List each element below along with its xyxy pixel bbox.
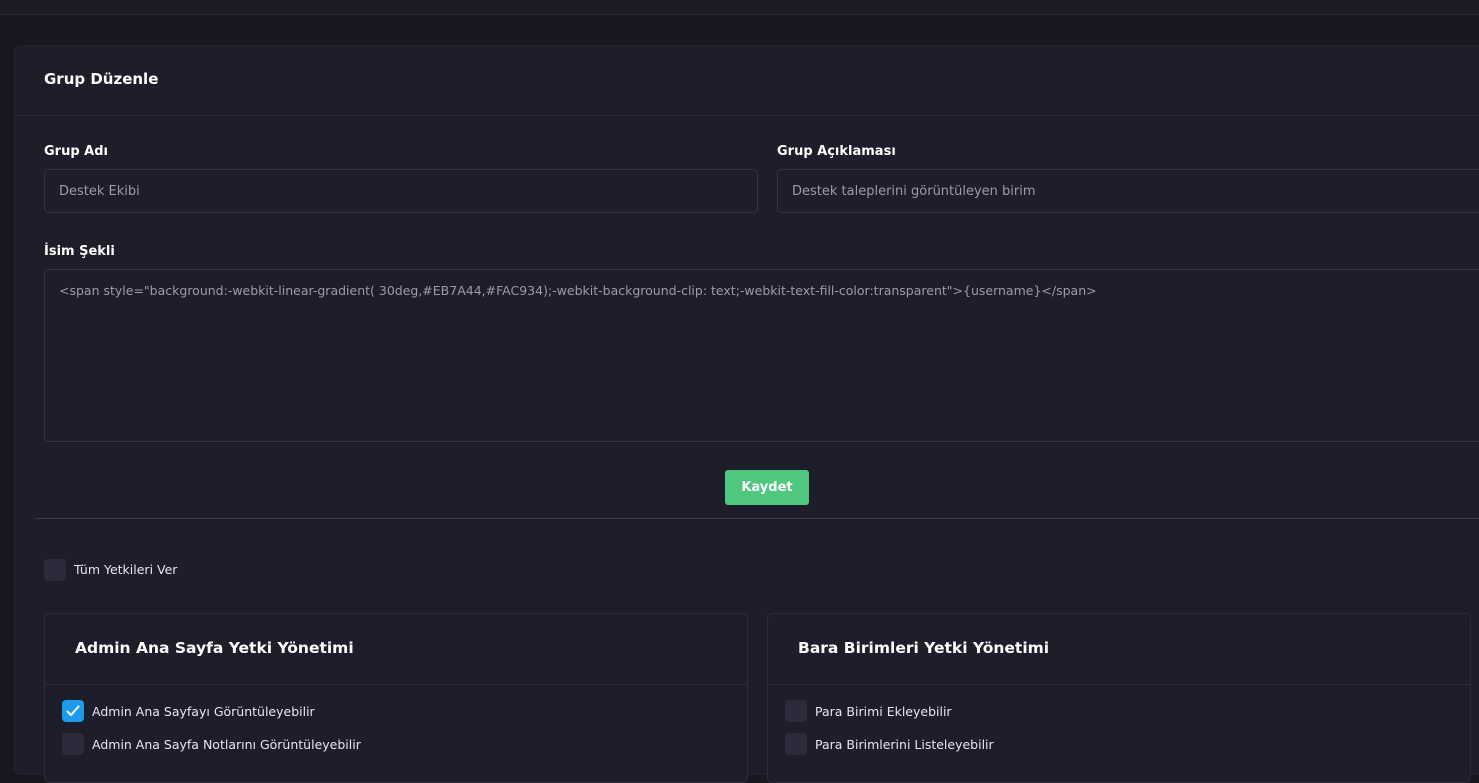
permission-label: Admin Ana Sayfa Notlarını Görüntüleyebil… — [92, 737, 361, 752]
permission-checkbox[interactable] — [62, 700, 84, 722]
permission-group-title: Bara Birimleri Yetki Yönetimi — [798, 639, 1050, 657]
permission-label: Para Birimlerini Listeleyebilir — [815, 737, 994, 752]
edit-group-card: Grup Düzenle Grup Adı Grup Açıklaması İs… — [14, 45, 1479, 783]
permission-group-header: Bara Birimleri Yetki Yönetimi — [768, 614, 1470, 685]
page-title: Grup Düzenle — [44, 70, 159, 88]
permission-group-header: Admin Ana Sayfa Yetki Yönetimi — [45, 614, 747, 685]
group-description-label: Grup Açıklaması — [777, 144, 896, 159]
group-name-input[interactable] — [44, 169, 758, 213]
permission-label: Admin Ana Sayfayı Görüntüleyebilir — [92, 704, 315, 719]
all-permissions-checkbox[interactable] — [44, 559, 66, 581]
permission-checkbox[interactable] — [785, 700, 807, 722]
group-description-input[interactable] — [777, 169, 1479, 213]
permission-label: Para Birimi Ekleyebilir — [815, 704, 952, 719]
card-header: Grup Düzenle — [15, 46, 1479, 116]
permission-checkbox[interactable] — [785, 733, 807, 755]
section-divider — [35, 518, 1479, 519]
save-button[interactable]: Kaydet — [725, 470, 809, 505]
permission-checkbox[interactable] — [62, 733, 84, 755]
permission-group-title: Admin Ana Sayfa Yetki Yönetimi — [75, 639, 354, 657]
group-name-label: Grup Adı — [44, 144, 108, 159]
check-icon — [66, 705, 80, 716]
name-style-label: İsim Şekli — [44, 244, 115, 259]
all-permissions-label: Tüm Yetkileri Ver — [74, 562, 178, 577]
name-style-textarea[interactable] — [44, 269, 1479, 442]
top-bar — [0, 0, 1479, 15]
